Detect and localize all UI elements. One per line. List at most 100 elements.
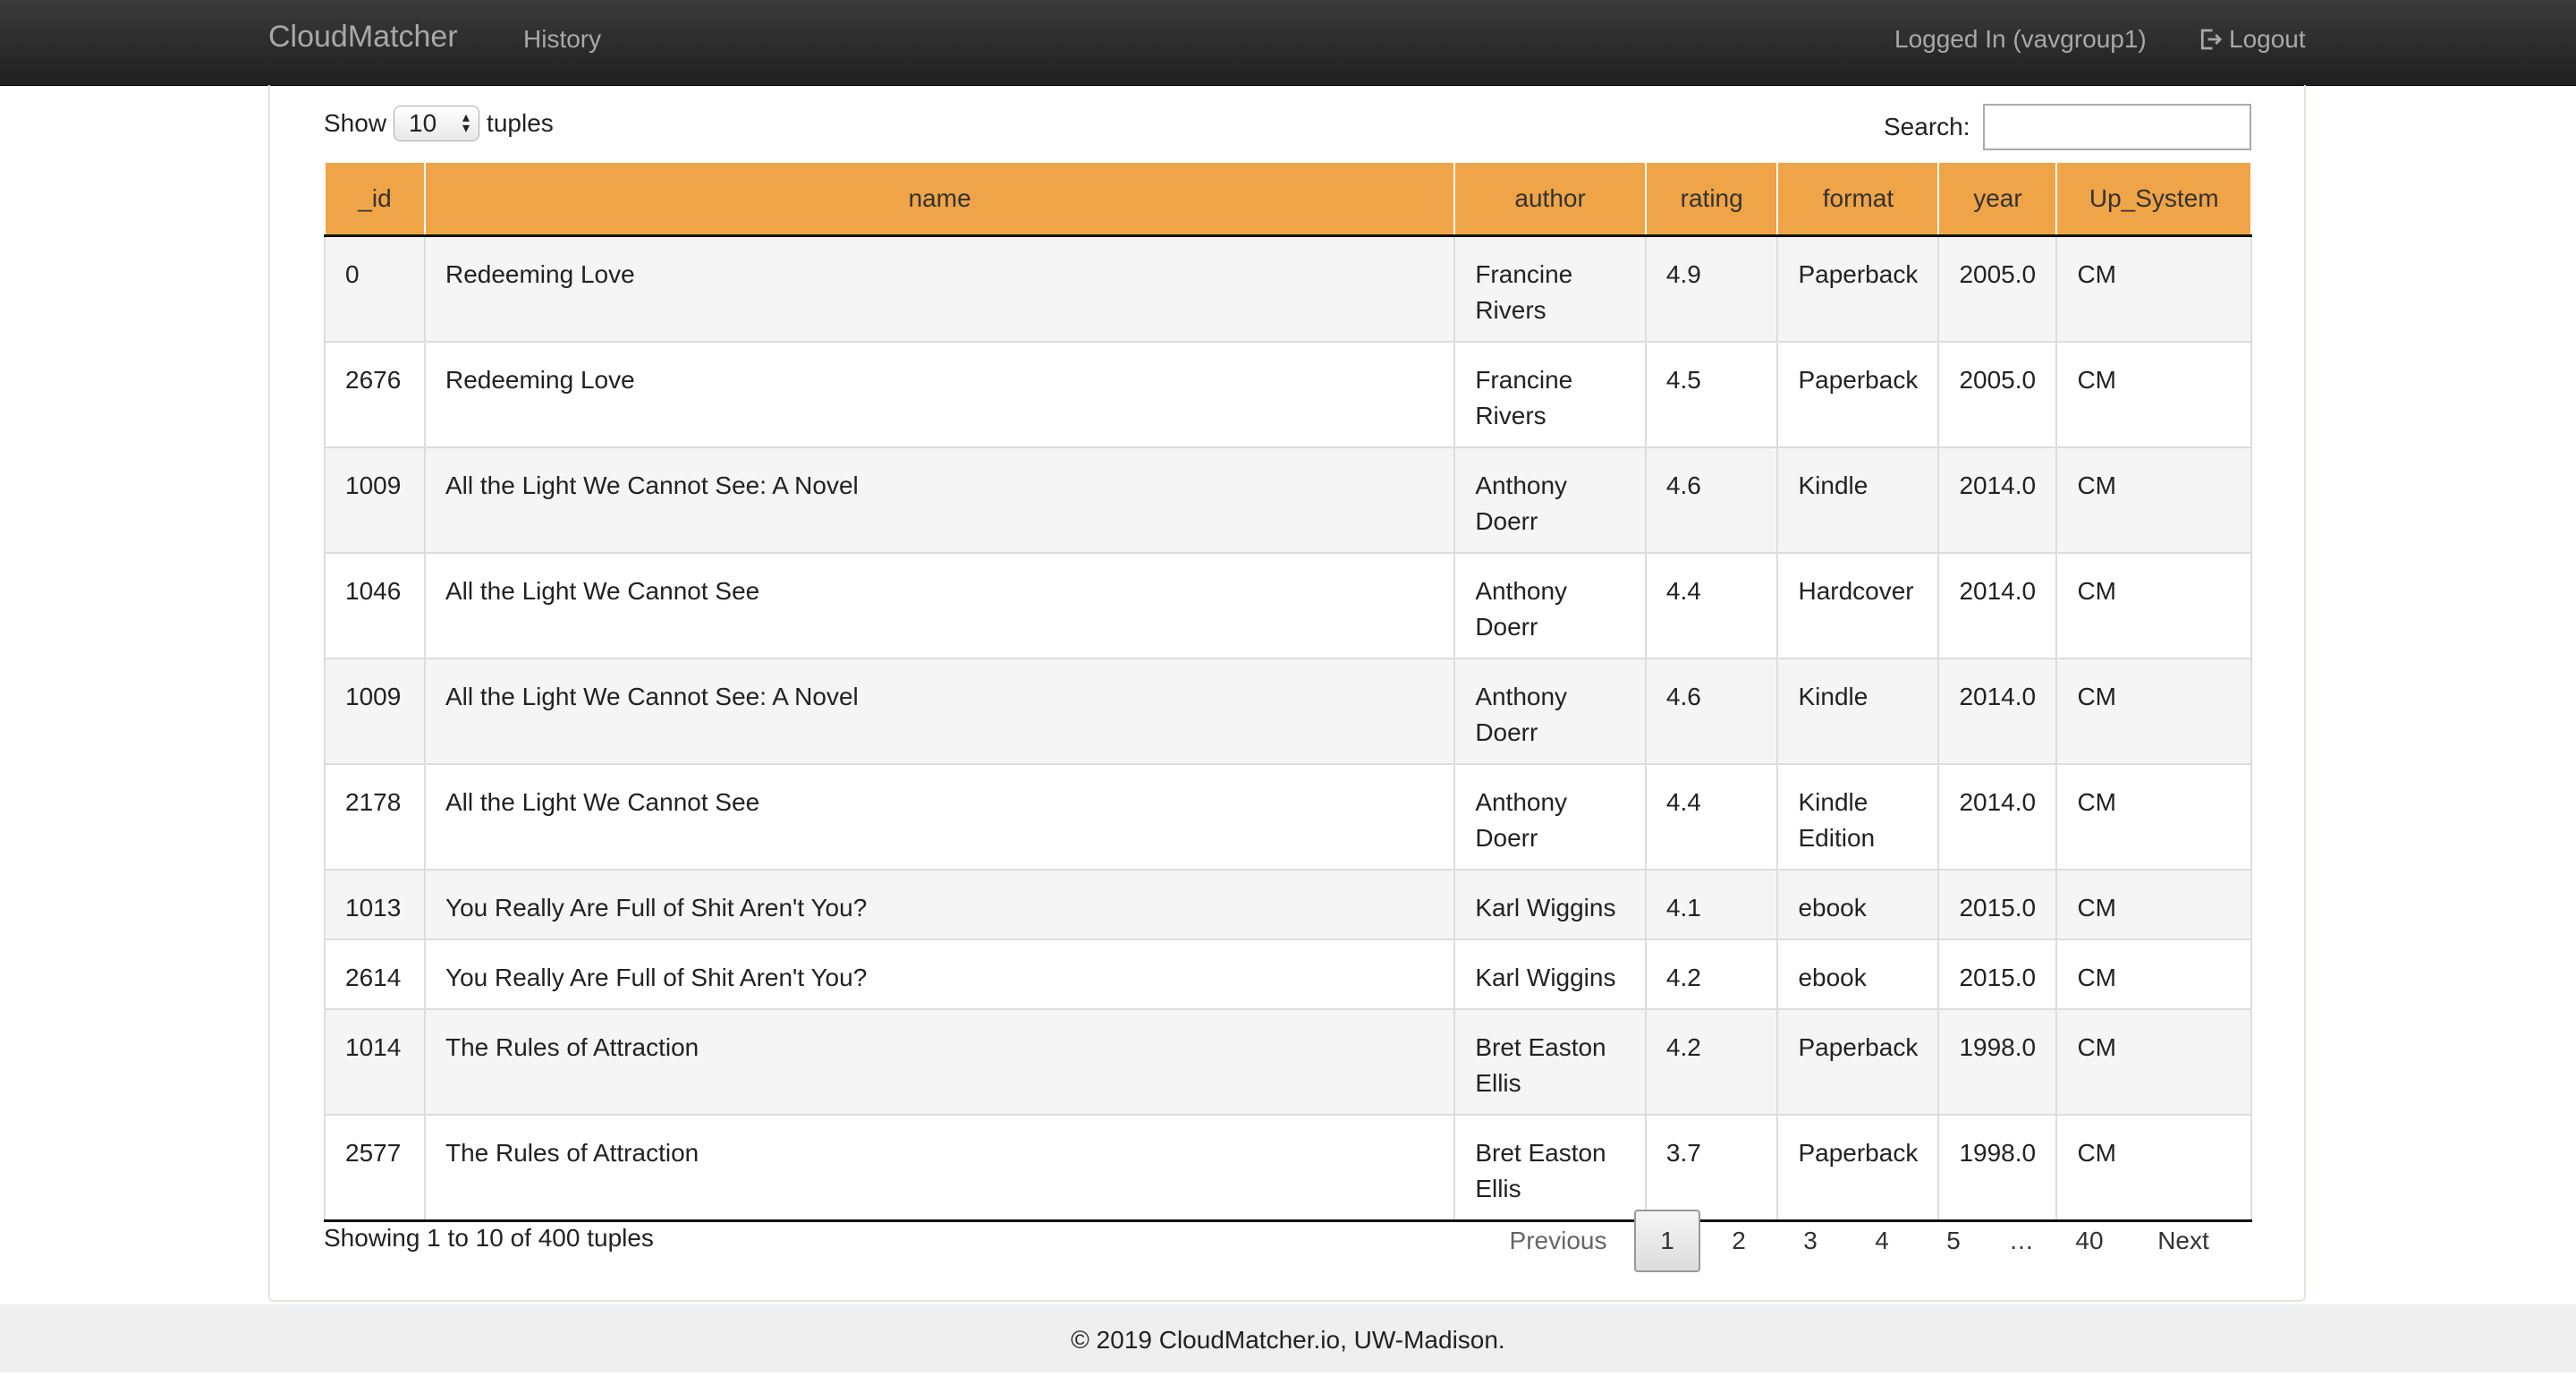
cell-year: 2005.0 [1937,341,2058,448]
column-header-name[interactable]: name [423,161,1456,237]
search-control: Search: [1884,104,2251,150]
cell-year: 2015.0 [1937,939,2058,1010]
page-button[interactable]: 5 [1918,1210,1989,1272]
logout-icon [2200,29,2223,50]
cell-up-system: CM [2055,939,2252,1010]
nav-history-link[interactable]: History [523,25,601,54]
page-length-control: Show 10 ▴ ▾ tuples [324,106,554,141]
cell-up-system: CM [2055,658,2252,765]
cell-format: Paperback [1776,1008,1940,1116]
select-arrows-icon: ▴ ▾ [462,110,470,136]
search-input[interactable] [1982,104,2251,150]
pagination-ellipsis: … [2009,1227,2034,1254]
cell-name: You Really Are Full of Shit Aren't You? [423,869,1456,940]
table-row[interactable]: 2676 Redeeming Love Francine Rivers 4.5 … [324,341,2252,448]
table-row[interactable]: 2577 The Rules of Attraction Bret Easton… [324,1114,2252,1222]
show-label: Show [324,109,387,137]
cell-id: 2614 [324,939,426,1010]
table-row[interactable]: 1013 You Really Are Full of Shit Aren't … [324,869,2252,940]
cell-author: Bret Easton Ellis [1453,1008,1647,1116]
cell-id: 2577 [324,1114,426,1222]
logout-label: Logout [2229,25,2306,53]
column-header-id[interactable]: _id [324,161,426,237]
cell-name: You Really Are Full of Shit Aren't You? [423,939,1456,1010]
table-info: Showing 1 to 10 of 400 tuples [324,1224,654,1252]
table-row[interactable]: 2178 All the Light We Cannot See Anthony… [324,763,2252,871]
column-header-format[interactable]: format [1776,161,1940,237]
cell-year: 1998.0 [1937,1114,2058,1222]
tuples-table: _id name author rating format year Up_Sy… [324,161,2252,1222]
cell-name: Redeeming Love [423,341,1456,448]
cell-author: Anthony Doerr [1453,446,1647,554]
table-row[interactable]: 1009 All the Light We Cannot See: A Nove… [324,446,2252,554]
search-label: Search: [1884,113,1970,140]
cell-name: Redeeming Love [423,234,1456,343]
page-button[interactable]: 3 [1775,1210,1846,1272]
cell-year: 1998.0 [1937,1008,2058,1116]
column-header-up-system[interactable]: Up_System [2055,161,2252,237]
cell-rating: 4.4 [1644,552,1779,659]
cell-rating: 3.7 [1644,1114,1779,1222]
cell-author: Anthony Doerr [1453,763,1647,871]
cell-year: 2014.0 [1937,763,2058,871]
pagination: Previous 1 2 3 4 5 … 40 Next [1485,1210,2241,1272]
column-header-author[interactable]: author [1453,161,1647,237]
page-button[interactable]: 2 [1703,1210,1775,1272]
cell-id: 1009 [324,446,426,554]
brand-logo[interactable]: CloudMatcher [268,20,458,55]
column-header-year[interactable]: year [1937,161,2058,237]
cell-id: 1009 [324,658,426,765]
next-page-button[interactable]: Next [2125,1210,2241,1272]
logout-link[interactable]: Logout [2197,25,2306,54]
cell-author: Francine Rivers [1453,234,1647,343]
cell-format: Kindle Edition [1776,763,1940,871]
previous-page-button[interactable]: Previous [1485,1210,1631,1272]
cell-id: 0 [324,234,426,343]
cell-format: Kindle [1776,446,1940,554]
page-button-current[interactable]: 1 [1634,1210,1700,1272]
cell-format: Kindle [1776,658,1940,765]
table-row[interactable]: 1014 The Rules of Attraction Bret Easton… [324,1008,2252,1116]
table-row[interactable]: 1009 All the Light We Cannot See: A Nove… [324,658,2252,765]
cell-id: 1014 [324,1008,426,1116]
cell-format: Paperback [1776,341,1940,448]
cell-format: ebook [1776,939,1940,1010]
cell-name: All the Light We Cannot See: A Novel [423,658,1456,765]
cell-id: 2676 [324,341,426,448]
cell-rating: 4.1 [1644,869,1779,940]
cell-up-system: CM [2055,869,2252,940]
cell-rating: 4.5 [1644,341,1779,448]
page-button[interactable]: 4 [1846,1210,1918,1272]
logged-in-user: Logged In (vavgroup1) [1894,25,2147,53]
cell-rating: 4.6 [1644,658,1779,765]
cell-name: The Rules of Attraction [423,1114,1456,1222]
cell-name: All the Light We Cannot See [423,552,1456,659]
page-length-select[interactable]: 10 ▴ ▾ [394,106,480,141]
cell-format: ebook [1776,869,1940,940]
cell-author: Anthony Doerr [1453,658,1647,765]
cell-rating: 4.2 [1644,1008,1779,1116]
cell-up-system: CM [2055,234,2252,343]
page-length-value: 10 [409,109,437,137]
cell-name: All the Light We Cannot See: A Novel [423,446,1456,554]
cell-name: All the Light We Cannot See [423,763,1456,871]
table-row[interactable]: 1046 All the Light We Cannot See Anthony… [324,552,2252,659]
table-row[interactable]: 2614 You Really Are Full of Shit Aren't … [324,939,2252,1010]
cell-year: 2015.0 [1937,869,2058,940]
page-button-last[interactable]: 40 [2054,1210,2125,1272]
table-row[interactable]: 0 Redeeming Love Francine Rivers 4.9 Pap… [324,234,2252,343]
cell-format: Paperback [1776,234,1940,343]
cell-up-system: CM [2055,446,2252,554]
cell-year: 2014.0 [1937,658,2058,765]
cell-author: Karl Wiggins [1453,939,1647,1010]
cell-year: 2014.0 [1937,446,2058,554]
cell-up-system: CM [2055,1008,2252,1116]
tuples-label: tuples [487,109,554,137]
cell-author: Bret Easton Ellis [1453,1114,1647,1222]
cell-id: 2178 [324,763,426,871]
footer-copyright: © 2019 CloudMatcher.io, UW-Madison. [0,1304,2576,1372]
column-header-rating[interactable]: rating [1644,161,1779,237]
cell-author: Anthony Doerr [1453,552,1647,659]
cell-year: 2014.0 [1937,552,2058,659]
cell-rating: 4.9 [1644,234,1779,343]
